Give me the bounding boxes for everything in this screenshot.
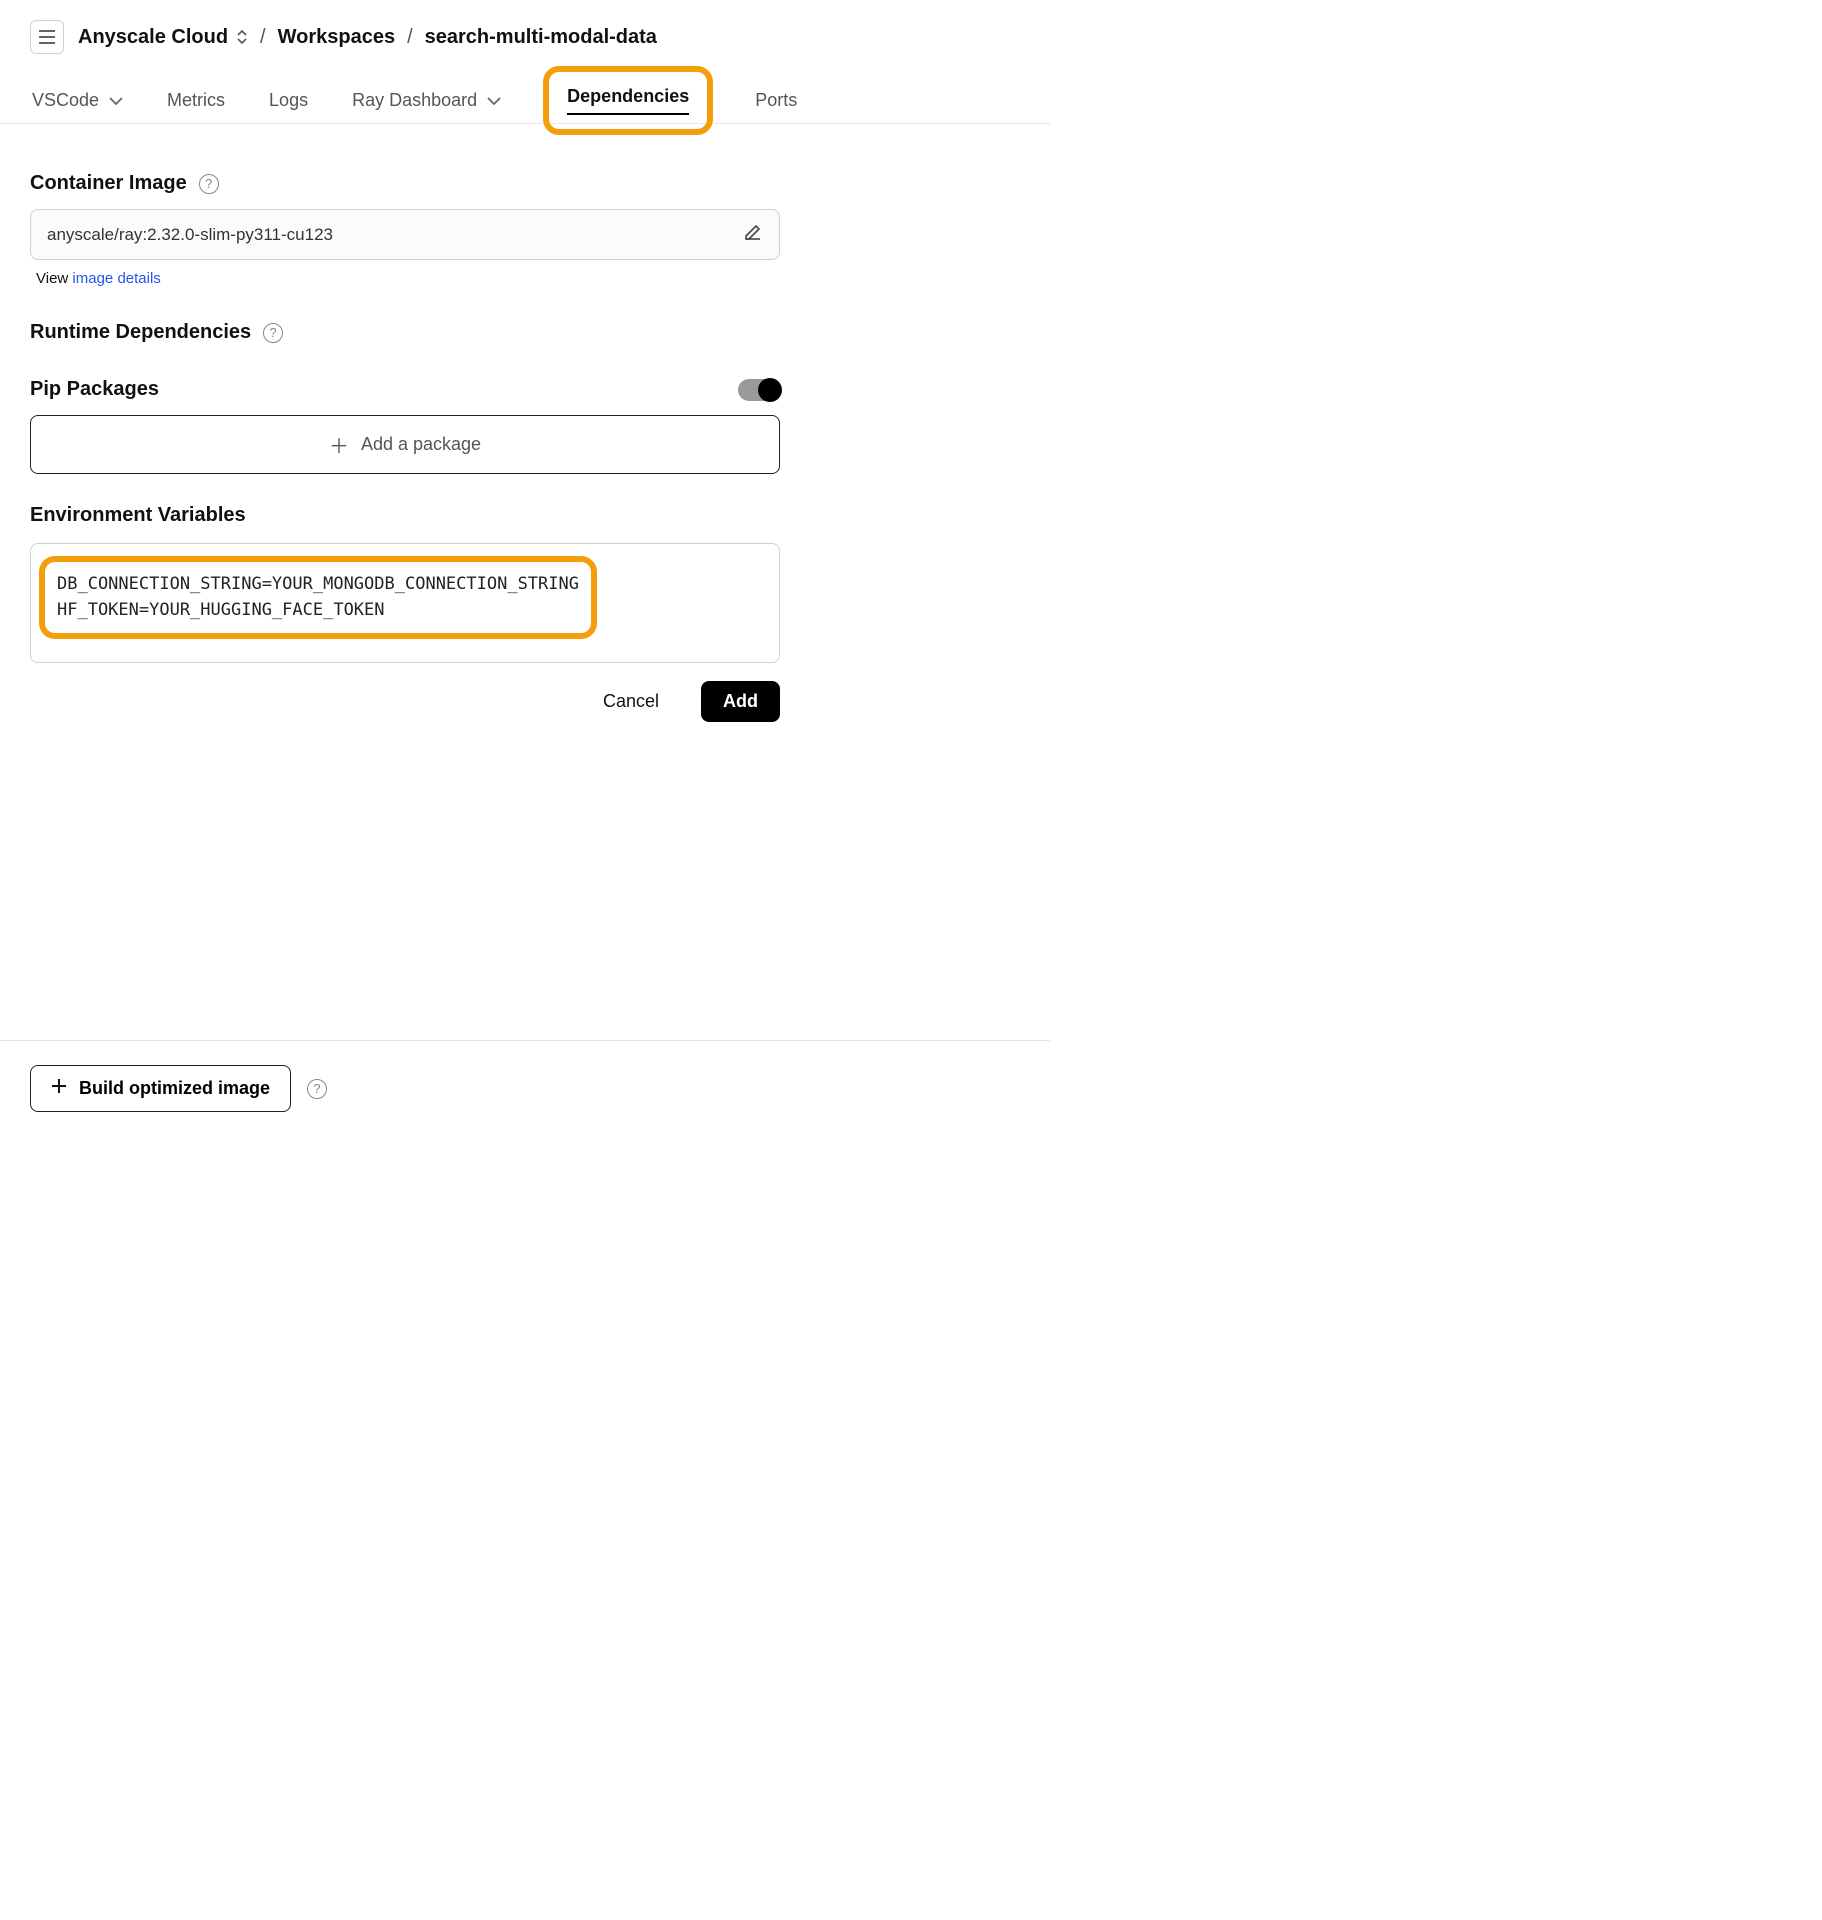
env-vars-title: Environment Variables — [30, 504, 246, 527]
hamburger-icon — [39, 30, 55, 44]
tab-dependencies[interactable]: Dependencies — [543, 66, 713, 135]
tab-vscode[interactable]: VSCode — [30, 78, 125, 123]
breadcrumb-resource-label: search-multi-modal-data — [425, 26, 657, 49]
tab-metrics-label: Metrics — [167, 90, 225, 111]
image-details-link[interactable]: image details — [72, 270, 160, 287]
tab-ray-dashboard-label: Ray Dashboard — [352, 90, 477, 111]
container-image-value: anyscale/ray:2.32.0-slim-py311-cu123 — [47, 225, 333, 245]
tab-vscode-label: VSCode — [32, 90, 99, 111]
breadcrumb-org-label: Anyscale Cloud — [78, 26, 228, 49]
help-icon[interactable]: ? — [199, 174, 219, 194]
plus-icon — [51, 1078, 67, 1099]
container-image-field: anyscale/ray:2.32.0-slim-py311-cu123 — [30, 209, 780, 260]
tab-dependencies-label: Dependencies — [567, 86, 689, 115]
breadcrumb-sep: / — [407, 26, 413, 49]
breadcrumb: Anyscale Cloud / Workspaces / search-mul… — [78, 26, 657, 49]
env-vars-highlight: DB_CONNECTION_STRING=YOUR_MONGODB_CONNEC… — [39, 556, 597, 639]
env-vars-input[interactable]: DB_CONNECTION_STRING=YOUR_MONGODB_CONNEC… — [30, 543, 780, 663]
help-icon[interactable]: ? — [263, 323, 283, 343]
env-var-line-2: HF_TOKEN=YOUR_HUGGING_FACE_TOKEN — [57, 598, 579, 624]
chevron-down-icon — [487, 90, 501, 111]
tab-ports-label: Ports — [755, 90, 797, 111]
tab-ray-dashboard[interactable]: Ray Dashboard — [350, 78, 503, 123]
footer-bar: Build optimized image ? — [0, 1040, 1050, 1136]
help-icon[interactable]: ? — [307, 1079, 327, 1099]
breadcrumb-org[interactable]: Anyscale Cloud — [78, 26, 248, 49]
container-image-title: Container Image ? — [30, 172, 780, 195]
pip-packages-toggle[interactable] — [738, 379, 780, 401]
breadcrumb-section[interactable]: Workspaces — [278, 26, 395, 49]
runtime-deps-title-text: Runtime Dependencies — [30, 321, 251, 344]
updown-icon — [236, 29, 248, 45]
build-optimized-image-button[interactable]: Build optimized image — [30, 1065, 291, 1112]
chevron-down-icon — [109, 90, 123, 111]
add-package-label: Add a package — [361, 434, 481, 455]
image-details-prefix: View — [36, 270, 72, 287]
tab-logs[interactable]: Logs — [267, 78, 310, 123]
breadcrumb-section-label: Workspaces — [278, 26, 395, 49]
runtime-deps-title: Runtime Dependencies ? — [30, 321, 780, 344]
add-package-button[interactable]: ＋ Add a package — [30, 415, 780, 474]
top-bar: Anyscale Cloud / Workspaces / search-mul… — [0, 0, 1050, 66]
breadcrumb-resource[interactable]: search-multi-modal-data — [425, 26, 657, 49]
add-button[interactable]: Add — [701, 681, 780, 722]
container-image-title-text: Container Image — [30, 172, 187, 195]
edit-button[interactable] — [743, 222, 763, 247]
plus-icon: ＋ — [329, 430, 349, 459]
tab-ports[interactable]: Ports — [753, 78, 799, 123]
env-action-row: Cancel Add — [30, 681, 780, 722]
tab-bar: VSCode Metrics Logs Ray Dashboard Depend… — [0, 66, 1050, 124]
env-vars-header: Environment Variables — [30, 504, 780, 527]
cancel-button[interactable]: Cancel — [581, 681, 681, 722]
content: Container Image ? anyscale/ray:2.32.0-sl… — [0, 124, 810, 752]
pip-packages-title: Pip Packages — [30, 378, 159, 401]
breadcrumb-sep: / — [260, 26, 266, 49]
menu-button[interactable] — [30, 20, 64, 54]
tab-logs-label: Logs — [269, 90, 308, 111]
tab-metrics[interactable]: Metrics — [165, 78, 227, 123]
image-details-line: View image details — [30, 270, 780, 287]
build-optimized-image-label: Build optimized image — [79, 1078, 270, 1099]
env-var-line-1: DB_CONNECTION_STRING=YOUR_MONGODB_CONNEC… — [57, 572, 579, 598]
toggle-knob — [758, 378, 782, 402]
pencil-icon — [743, 222, 763, 242]
pip-packages-header: Pip Packages — [30, 378, 780, 401]
